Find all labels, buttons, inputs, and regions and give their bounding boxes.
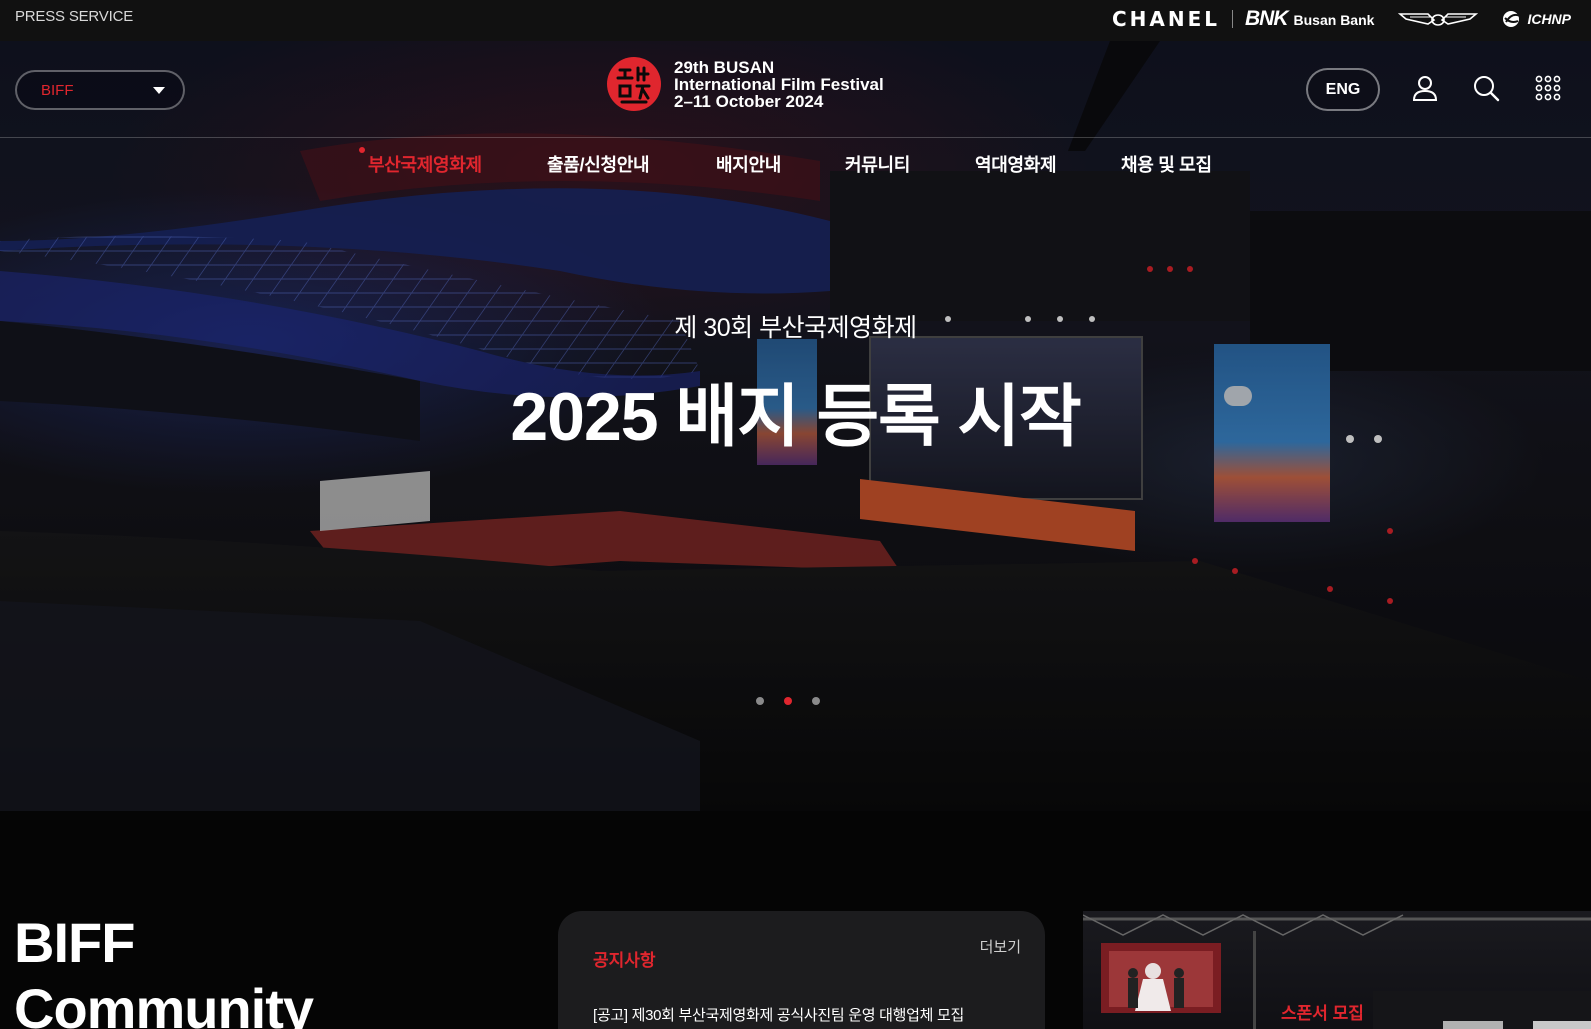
hero-banner: BIFF 29th BUSAN International Film Festi… (0, 41, 1591, 811)
user-icon[interactable] (1410, 73, 1440, 103)
notice-item[interactable]: [공고] 제30회 부산국제영화제 공식사진팀 운영 대행업체 모집 (593, 1004, 964, 1025)
nav-item-community[interactable]: 커뮤니티 (845, 151, 910, 177)
sponsor-recruit-label: 스폰서 모집 (1281, 1004, 1364, 1023)
logo-line-3: 2–11 October 2024 (674, 91, 824, 111)
notice-more-link[interactable]: 더보기 (980, 936, 1021, 957)
language-toggle-button[interactable]: ENG (1306, 68, 1380, 111)
press-service-link[interactable]: PRESS SERVICE (15, 8, 133, 25)
nav-item-recruit[interactable]: 채용 및 모집 (1121, 151, 1212, 177)
bnk-name: Busan Bank (1293, 12, 1375, 28)
nav-item-archive[interactable]: 역대영화제 (975, 151, 1057, 177)
chevron-down-icon (153, 87, 165, 94)
logo-line-1: 29th BUSAN (674, 57, 775, 77)
sponsor-logos: CHANEL BNK Busan Bank ICHNP (1112, 4, 1571, 34)
logo-line-2: International Film Festival (674, 74, 884, 94)
site-select[interactable]: BIFF (15, 70, 185, 110)
community-section-title: BIFF Community (14, 910, 314, 1029)
search-icon[interactable] (1471, 73, 1501, 103)
sponsor-recruit-card[interactable]: 스폰서 모집 (1083, 911, 1591, 1029)
slide-dot-1[interactable] (756, 697, 764, 705)
slide-dot-3[interactable] (812, 697, 820, 705)
site-select-value: BIFF (41, 82, 74, 99)
ichnp-mark-icon (1503, 11, 1521, 27)
main-navigation: 부산국제영화제 출품/신청안내 배지안내 커뮤니티 역대영화제 채용 및 모집 (0, 147, 1591, 181)
nav-item-label: 부산국제영화제 (368, 155, 482, 175)
slider-pagination (756, 697, 820, 705)
bnk-mark: BNK (1245, 7, 1288, 30)
notice-card: 공지사항 더보기 [공고] 제30회 부산국제영화제 공식사진팀 운영 대행업체… (558, 911, 1045, 1029)
community-title-line-1: BIFF (14, 911, 135, 974)
nav-item-badge[interactable]: 배지안내 (716, 151, 781, 177)
genesis-logo-icon[interactable] (1398, 10, 1479, 28)
hero-title: 2025 배지 등록 시작 (510, 379, 1081, 455)
bnk-busan-bank-logo[interactable]: BNK Busan Bank (1245, 7, 1374, 31)
nav-item-submission[interactable]: 출품/신청안내 (547, 151, 650, 177)
active-indicator-dot (359, 147, 365, 153)
biff-emblem-icon (607, 57, 661, 111)
nav-item-biff[interactable]: 부산국제영화제 (359, 147, 482, 177)
top-utility-bar: PRESS SERVICE CHANEL BNK Busan Bank ICHN… (0, 0, 1591, 41)
ichnp-text: ICHNP (1527, 11, 1571, 27)
site-header: BIFF 29th BUSAN International Film Festi… (0, 41, 1591, 138)
slide-dot-2[interactable] (784, 697, 792, 705)
festival-logo-text: 29th BUSAN International Film Festival 2… (674, 59, 884, 110)
community-title-line-2: Community (14, 977, 314, 1029)
sponsor-divider (1232, 10, 1234, 28)
chanel-logo[interactable]: CHANEL (1112, 7, 1220, 31)
notice-heading: 공지사항 (593, 951, 656, 970)
hero-subtitle: 제 30회 부산국제영화제 (674, 314, 917, 342)
festival-logo[interactable]: 29th BUSAN International Film Festival 2… (606, 56, 884, 112)
ichnp-logo[interactable]: ICHNP (1502, 10, 1571, 28)
grid-menu-icon[interactable] (1533, 73, 1563, 103)
